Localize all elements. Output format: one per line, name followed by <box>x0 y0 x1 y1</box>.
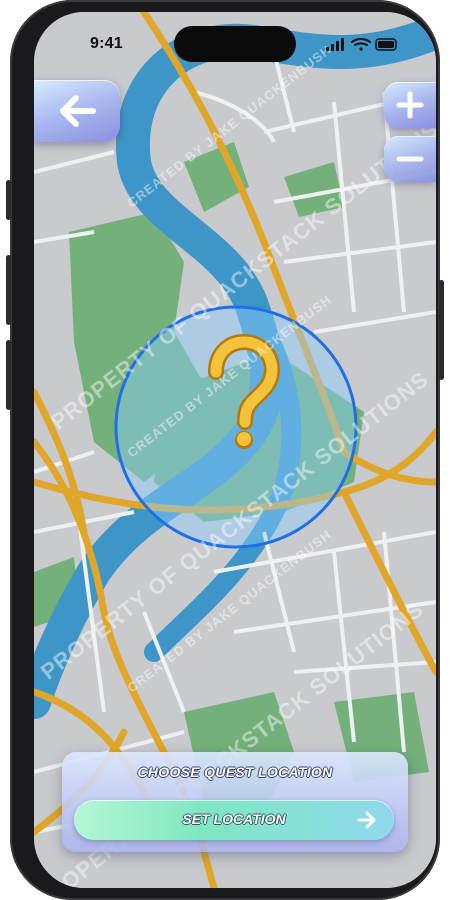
home-indicator <box>174 874 296 879</box>
arrow-right-icon <box>357 811 376 829</box>
arrow-left-icon <box>60 95 96 127</box>
mute-switch <box>6 180 11 220</box>
status-time: 9:41 <box>90 35 123 52</box>
battery-icon <box>375 38 397 51</box>
cellular-signal-icon <box>326 38 344 51</box>
dynamic-island <box>174 26 296 62</box>
volume-up-button <box>6 255 11 325</box>
plus-icon <box>396 91 424 119</box>
zoom-out-button[interactable] <box>384 136 436 182</box>
status-icons <box>326 38 397 51</box>
volume-down-button <box>6 340 11 410</box>
app-screen: PROPERTY OF QUACKSTACK SOLUTIONS PROPERT… <box>34 12 436 888</box>
set-location-label: SET LOCATION <box>182 811 286 827</box>
panel-title: CHOOSE QUEST LOCATION <box>137 764 333 780</box>
status-bar: 9:41 <box>34 12 436 70</box>
back-button[interactable] <box>34 80 120 142</box>
quest-location-panel: CHOOSE QUEST LOCATION SET LOCATION <box>62 752 408 852</box>
power-button <box>439 280 444 380</box>
zoom-in-button[interactable] <box>384 82 436 128</box>
wifi-icon <box>351 38 371 51</box>
minus-icon <box>396 156 424 162</box>
phone-frame: PROPERTY OF QUACKSTACK SOLUTIONS PROPERT… <box>6 0 444 900</box>
set-location-button[interactable]: SET LOCATION <box>74 800 394 840</box>
